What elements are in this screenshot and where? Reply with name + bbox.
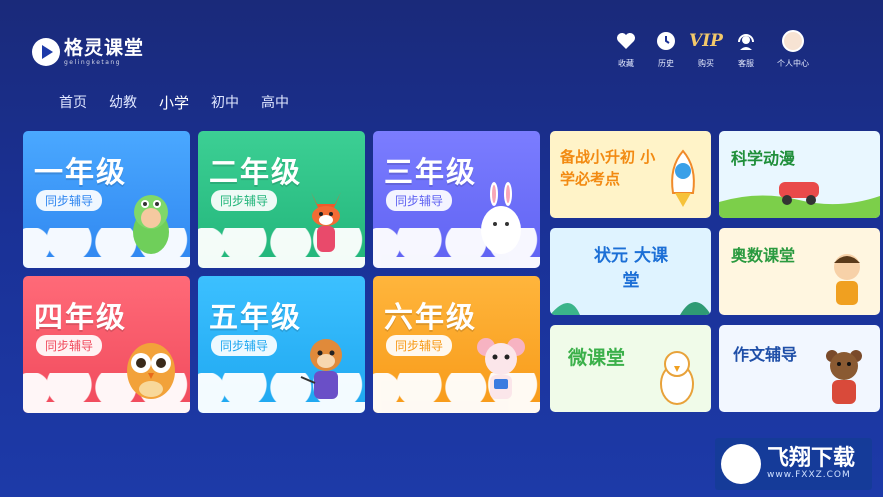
purchase-label: 购买 xyxy=(698,59,714,68)
header-actions: 收藏 历史 VIP 购买 客服 个人中心 xyxy=(613,30,813,69)
logo-play-icon xyxy=(32,38,60,66)
watermark: 飞翔下载 www.FXXZ.COM xyxy=(715,438,872,490)
nav-senior-high[interactable]: 高中 xyxy=(259,92,291,113)
logo-subtitle: gelingketang xyxy=(64,58,122,66)
owl-mascot-icon xyxy=(127,343,175,399)
profile-button[interactable]: 个人中心 xyxy=(773,30,813,69)
vip-badge: VIP xyxy=(689,31,723,51)
favorites-label: 收藏 xyxy=(618,59,634,68)
grade-title: 二年级 xyxy=(209,155,303,189)
feature-card-composition[interactable]: 作文辅导 xyxy=(719,325,880,412)
customer-service-label: 客服 xyxy=(738,59,754,68)
grade-subtitle: 同步辅导 xyxy=(386,335,453,356)
profile-label: 个人中心 xyxy=(777,59,809,68)
watermark-url: www.FXXZ.COM xyxy=(767,470,851,481)
watermark-title: 飞翔下载 xyxy=(767,445,856,471)
grade-card-3[interactable]: 三年级 同步辅导 xyxy=(373,131,540,268)
feature-card-math-olympiad[interactable]: 奥数课堂 xyxy=(719,228,880,315)
nav-primary[interactable]: 小学 xyxy=(157,92,191,113)
bear-mascot-icon xyxy=(826,350,862,404)
chicken-mascot-icon xyxy=(660,351,694,405)
clock-icon xyxy=(656,30,676,52)
feature-title: 备战小升初 小学必考点 xyxy=(560,148,656,188)
avatar-icon xyxy=(782,30,804,52)
grade-card-2[interactable]: 二年级 同步辅导 xyxy=(198,131,365,268)
grade-title: 四年级 xyxy=(34,300,128,334)
purchase-button[interactable]: VIP 购买 xyxy=(689,30,723,69)
grade-subtitle: 同步辅导 xyxy=(386,190,453,211)
feature-title: 微课堂 xyxy=(568,347,626,369)
feature-card-science-cartoon[interactable]: 科学动漫 xyxy=(719,131,880,218)
grade-card-1[interactable]: 一年级 同步辅导 xyxy=(23,131,190,268)
grade-title: 三年级 xyxy=(384,155,478,189)
rocket-mascot-icon xyxy=(671,149,695,207)
rabbit-mascot-icon xyxy=(481,182,521,254)
grade-subtitle: 同步辅导 xyxy=(36,190,103,211)
history-label: 历史 xyxy=(658,59,674,68)
mouse-mascot-icon xyxy=(477,338,525,399)
feature-card-exam-prep[interactable]: 备战小升初 小学必考点 xyxy=(550,131,711,218)
feature-card-micro-class[interactable]: 微课堂 xyxy=(550,325,711,412)
fox-mascot-icon xyxy=(311,192,341,252)
favorites-button[interactable]: 收藏 xyxy=(613,30,639,69)
category-nav: 首页 幼教 小学 初中 高中 xyxy=(57,92,291,113)
customer-service-button[interactable]: 客服 xyxy=(733,30,759,69)
grade-card-6[interactable]: 六年级 同步辅导 xyxy=(373,276,540,413)
nav-junior-high[interactable]: 初中 xyxy=(209,92,241,113)
grade-title: 五年级 xyxy=(209,300,303,334)
grade-subtitle: 同步辅导 xyxy=(36,335,103,356)
headset-icon xyxy=(735,30,757,52)
grade-card-5[interactable]: 五年级 同步辅导 xyxy=(198,276,365,413)
feature-card-top-scholar[interactable]: 状元 大课堂 xyxy=(550,228,711,315)
grade-subtitle: 同步辅导 xyxy=(211,335,278,356)
dinosaur-mascot-icon xyxy=(133,195,169,254)
feature-title: 科学动漫 xyxy=(731,149,796,168)
logo-name: 格灵课堂 xyxy=(64,36,145,59)
feature-title: 作文辅导 xyxy=(733,345,798,364)
vip-icon: VIP xyxy=(689,30,723,52)
feature-title: 奥数课堂 xyxy=(731,246,796,265)
car-scene-icon xyxy=(719,182,880,218)
boy-mascot-icon xyxy=(834,254,860,305)
grade-title: 六年级 xyxy=(384,300,478,334)
app-logo: 格灵课堂 gelingketang xyxy=(32,38,144,66)
watermark-logo-icon xyxy=(721,444,761,484)
leaf-decoration-icon xyxy=(550,302,711,315)
nav-preschool[interactable]: 幼教 xyxy=(107,92,139,113)
squirrel-mascot-icon xyxy=(300,339,342,399)
grade-title: 一年级 xyxy=(34,155,128,189)
grade-card-4[interactable]: 四年级 同步辅导 xyxy=(23,276,190,413)
history-button[interactable]: 历史 xyxy=(653,30,679,69)
grade-subtitle: 同步辅导 xyxy=(211,190,278,211)
heart-icon xyxy=(616,30,636,52)
nav-home[interactable]: 首页 xyxy=(57,92,89,113)
